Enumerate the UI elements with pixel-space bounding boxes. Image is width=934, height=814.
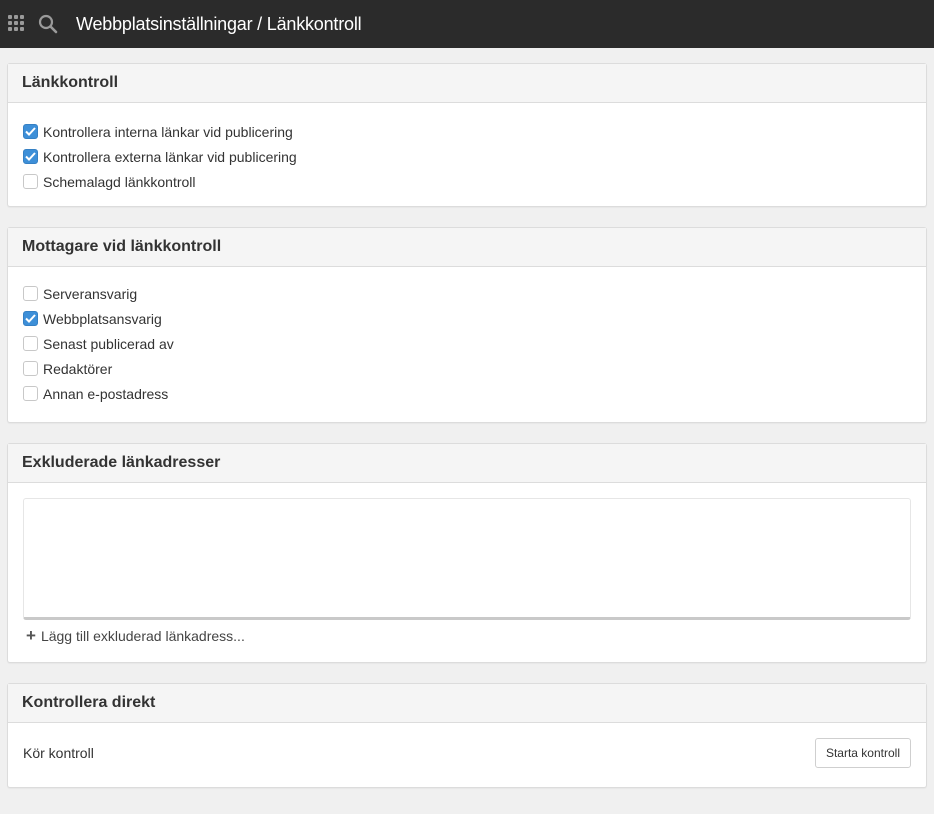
plus-icon: +: [26, 626, 36, 645]
checkbox-scheduled-check[interactable]: Schemalagd länkkontroll: [23, 169, 911, 194]
checkbox-internal-links[interactable]: Kontrollera interna länkar vid publiceri…: [23, 119, 911, 144]
checkbox-editors[interactable]: Redaktörer: [23, 356, 911, 381]
checkbox-label: Redaktörer: [43, 360, 113, 377]
checkbox-label: Kontrollera interna länkar vid publiceri…: [43, 123, 293, 140]
checkbox[interactable]: [23, 149, 38, 164]
check-now-panel-title: Kontrollera direkt: [8, 684, 926, 723]
checkbox-label: Annan e-postadress: [43, 385, 169, 402]
checkbox-label: Webbplatsansvarig: [43, 310, 162, 327]
link-check-panel: Länkkontroll Kontrollera interna länkar …: [7, 63, 927, 207]
checkbox[interactable]: [23, 124, 38, 139]
checkbox[interactable]: [23, 174, 38, 189]
checkbox-label: Schemalagd länkkontroll: [43, 173, 196, 190]
checkbox[interactable]: [23, 311, 38, 326]
checkbox[interactable]: [23, 361, 38, 376]
recipients-panel: Mottagare vid länkkontroll Serveransvari…: [7, 227, 927, 423]
search-icon[interactable]: [38, 14, 58, 34]
add-excluded-address-link[interactable]: + Lägg till exkluderad länkadress...: [26, 627, 911, 644]
run-check-label: Kör kontroll: [23, 745, 94, 761]
checkbox[interactable]: [23, 386, 38, 401]
checkbox-site-admin[interactable]: Webbplatsansvarig: [23, 306, 911, 331]
excluded-addresses-panel: Exkluderade länkadresser + Lägg till exk…: [7, 443, 927, 663]
page-title: Webbplatsinställningar / Länkkontroll: [76, 13, 362, 34]
checkbox-last-published-by[interactable]: Senast publicerad av: [23, 331, 911, 356]
excluded-addresses-list[interactable]: [23, 498, 911, 620]
check-now-panel: Kontrollera direkt Kör kontroll Starta k…: [7, 683, 927, 788]
top-bar: Webbplatsinställningar / Länkkontroll: [0, 0, 934, 48]
recipients-panel-title: Mottagare vid länkkontroll: [8, 228, 926, 267]
checkbox-label: Kontrollera externa länkar vid publiceri…: [43, 148, 297, 165]
checkbox-server-admin[interactable]: Serveransvarig: [23, 281, 911, 306]
add-excluded-address-label: Lägg till exkluderad länkadress...: [40, 627, 245, 644]
checkbox-external-links[interactable]: Kontrollera externa länkar vid publiceri…: [23, 144, 911, 169]
checkbox[interactable]: [23, 336, 38, 351]
main-content: Länkkontroll Kontrollera interna länkar …: [0, 48, 934, 788]
app-grid-icon[interactable]: [8, 15, 26, 33]
start-check-button[interactable]: Starta kontroll: [814, 738, 911, 768]
checkbox[interactable]: [23, 286, 38, 301]
link-check-panel-title: Länkkontroll: [8, 64, 926, 103]
checkbox-other-email[interactable]: Annan e-postadress: [23, 381, 911, 406]
checkbox-label: Senast publicerad av: [43, 335, 174, 352]
checkbox-label: Serveransvarig: [43, 285, 138, 302]
excluded-panel-title: Exkluderade länkadresser: [8, 444, 926, 483]
